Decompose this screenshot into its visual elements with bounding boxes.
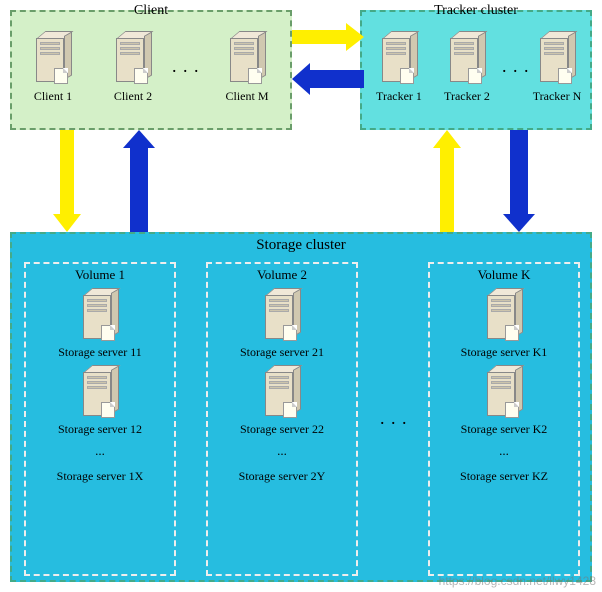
server-icon: [261, 289, 303, 344]
server-icon: [446, 32, 488, 87]
ellipsis: ...: [430, 437, 578, 465]
server-icon: [112, 32, 154, 87]
client-node-m: Client M: [212, 32, 282, 104]
server-icon: [79, 289, 121, 344]
client-label-m: Client M: [212, 89, 282, 104]
storage-server-kz: Storage server KZ: [430, 465, 578, 484]
storage-server-11: Storage server 11: [40, 289, 160, 360]
client-node-2: Client 2: [98, 32, 168, 104]
storage-cluster-title: Storage cluster: [252, 237, 350, 254]
ellipsis: ...: [26, 437, 174, 465]
storage-server-1x: Storage server 1X: [26, 465, 174, 484]
tracker-cluster-title: Tracker cluster: [430, 3, 522, 19]
server-label: Storage server K2: [444, 422, 564, 437]
client-label-2: Client 2: [98, 89, 168, 104]
client-cluster: Client Client 1 Client 2 . . . Client M: [10, 10, 292, 130]
volume-k-title: Volume K: [430, 264, 578, 283]
server-icon: [32, 32, 74, 87]
server-label: Storage server 21: [222, 345, 342, 360]
client-cluster-title: Client: [130, 3, 172, 19]
server-label: Storage server K1: [444, 345, 564, 360]
server-icon: [536, 32, 578, 87]
storage-cluster: Storage cluster Volume 1 Storage server …: [10, 232, 592, 582]
server-icon: [483, 289, 525, 344]
server-label: Storage server 22: [222, 422, 342, 437]
server-icon: [261, 366, 303, 421]
server-label: Storage server 12: [40, 422, 160, 437]
client-node-1: Client 1: [18, 32, 88, 104]
volume-2: Volume 2 Storage server 21 Storage serve…: [206, 262, 358, 576]
storage-server-2y: Storage server 2Y: [208, 465, 356, 484]
storage-server-22: Storage server 22: [222, 366, 342, 437]
volume-1-title: Volume 1: [26, 264, 174, 283]
tracker-label-n: Tracker N: [522, 89, 592, 104]
client-label-1: Client 1: [18, 89, 88, 104]
server-label: Storage server 11: [40, 345, 160, 360]
server-icon: [79, 366, 121, 421]
volume-k: Volume K Storage server K1 Storage serve…: [428, 262, 580, 576]
ellipsis: . . .: [380, 408, 408, 429]
storage-server-21: Storage server 21: [222, 289, 342, 360]
volume-1: Volume 1 Storage server 11 Storage serve…: [24, 262, 176, 576]
server-icon: [378, 32, 420, 87]
tracker-node-1: Tracker 1: [364, 32, 434, 104]
tracker-node-2: Tracker 2: [432, 32, 502, 104]
tracker-label-1: Tracker 1: [364, 89, 434, 104]
storage-server-k1: Storage server K1: [444, 289, 564, 360]
watermark: https://blog.csdn.net/llwy1428: [439, 574, 596, 588]
server-icon: [483, 366, 525, 421]
storage-server-k2: Storage server K2: [444, 366, 564, 437]
ellipsis: . . .: [172, 56, 200, 77]
server-icon: [226, 32, 268, 87]
tracker-cluster: Tracker cluster Tracker 1 Tracker 2 . . …: [360, 10, 592, 130]
storage-server-12: Storage server 12: [40, 366, 160, 437]
tracker-label-2: Tracker 2: [432, 89, 502, 104]
tracker-node-n: Tracker N: [522, 32, 592, 104]
ellipsis: ...: [208, 437, 356, 465]
volume-2-title: Volume 2: [208, 264, 356, 283]
